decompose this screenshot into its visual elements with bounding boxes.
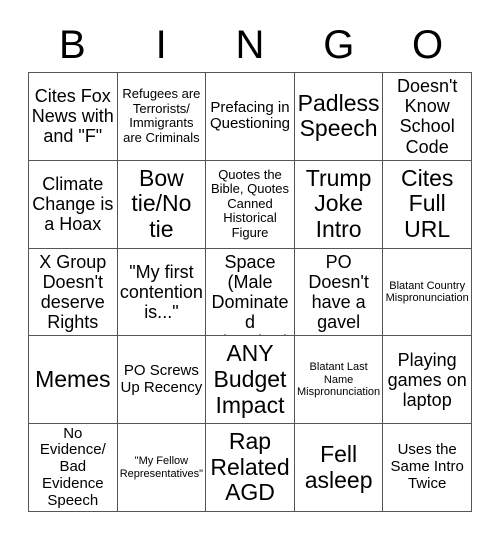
bingo-cell-label: "My first contention is..." [119, 261, 203, 323]
bingo-cell-label: PO Doesn't have a gavel [308, 251, 369, 333]
bingo-cell-label: Playing games on laptop [387, 349, 467, 410]
bingo-cell[interactable]: Quotes the Bible, Quotes Canned Historic… [206, 160, 295, 249]
header-letter-i: I [155, 23, 167, 67]
bingo-cell-label: "My Fellow Representatives" [119, 455, 204, 480]
bingo-cell[interactable]: Uses the Same Intro Twice [383, 424, 472, 512]
bingo-cell[interactable]: PO Screws Up Recency [117, 336, 207, 425]
bingo-cell-label: Blatant Last Name Mispronunciation [297, 361, 381, 398]
bingo-cell[interactable]: Cites Fox News with and "F" [29, 73, 118, 161]
bingo-cell-label: Padless Speech [297, 89, 380, 142]
bingo-cell[interactable]: "My Fellow Representatives" [117, 424, 207, 512]
bingo-cell-label: Bow tie/No tie [131, 164, 192, 243]
bingo-cell[interactable]: Rap Related AGD [206, 424, 295, 512]
bingo-cell-label: No Evidence/ Bad Evidence Speech [39, 424, 106, 509]
bingo-cell-label: Refugees are Terrorists/ Immigrants are … [122, 86, 201, 145]
bingo-cell[interactable]: Fell asleep [294, 424, 384, 512]
bingo-cell-label: Quotes the Bible, Quotes Canned Historic… [210, 166, 290, 241]
bingo-cell[interactable]: Cites Full URL [383, 160, 472, 249]
bingo-cell[interactable]: Prefacing in Questioning [206, 73, 295, 161]
header-letter-o: O [412, 23, 444, 67]
bingo-cell[interactable]: No Evidence/ Bad Evidence Speech [29, 424, 118, 512]
bingo-cell-label: Rap Related AGD [210, 427, 290, 506]
bingo-cell[interactable]: Memes [29, 336, 118, 425]
bingo-cell-label: Blatant Country Mispronunciation [385, 279, 469, 304]
bingo-cell-label: PO Screws Up Recency [120, 361, 203, 396]
bingo-cell-label: Memes [35, 365, 111, 392]
bingo-cell[interactable]: Blatant Country Mispronunciation [383, 248, 472, 337]
bingo-cell-label: Cites Full URL [400, 164, 454, 243]
bingo-cell[interactable]: X Group Doesn't deserve Rights [29, 248, 118, 337]
bingo-cell[interactable]: Bow tie/No tie [117, 160, 207, 249]
bingo-grid: Cites Fox News with and "F" Refugees are… [28, 72, 472, 512]
bingo-cell[interactable]: PO Doesn't have a gavel [294, 248, 384, 337]
header-letter-n: N [235, 23, 265, 67]
bingo-cell[interactable]: Climate Change is a Hoax [29, 160, 118, 249]
bingo-cell[interactable]: Doesn't Know School Code [383, 73, 472, 161]
header-letter-g: G [323, 23, 355, 67]
bingo-cell-label: Free Space (Male Dominated Chamber) [210, 249, 290, 336]
bingo-cell-label: Trump Joke Intro [305, 164, 372, 243]
bingo-cell[interactable]: Playing games on laptop [383, 336, 472, 425]
bingo-cell-label: Cites Fox News with and "F" [31, 86, 114, 147]
bingo-cell-label: Doesn't Know School Code [396, 76, 458, 157]
bingo-cell-label: Climate Change is a Hoax [32, 173, 114, 235]
bingo-cell-label: ANY Budget Impact [213, 340, 287, 418]
bingo-cell-label: Fell asleep [304, 440, 373, 493]
bingo-cell[interactable]: Padless Speech [294, 73, 384, 161]
bingo-cell[interactable]: Trump Joke Intro [294, 160, 384, 249]
header-letter-b: B [59, 23, 86, 67]
bingo-cell-free-space[interactable]: Free Space (Male Dominated Chamber) [206, 248, 295, 337]
bingo-header: B I N G O [28, 18, 472, 72]
bingo-cell-label: Prefacing in Questioning [209, 98, 291, 133]
bingo-cell[interactable]: Refugees are Terrorists/ Immigrants are … [117, 73, 207, 161]
bingo-cell-label: Uses the Same Intro Twice [390, 441, 464, 492]
bingo-cell[interactable]: Blatant Last Name Mispronunciation [294, 336, 384, 425]
bingo-card: B I N G O Cites Fox News with and "F" Re… [0, 0, 500, 544]
bingo-cell-label: X Group Doesn't deserve Rights [39, 251, 107, 333]
bingo-cell[interactable]: "My first contention is..." [117, 248, 207, 337]
bingo-cell[interactable]: ANY Budget Impact [206, 336, 295, 425]
